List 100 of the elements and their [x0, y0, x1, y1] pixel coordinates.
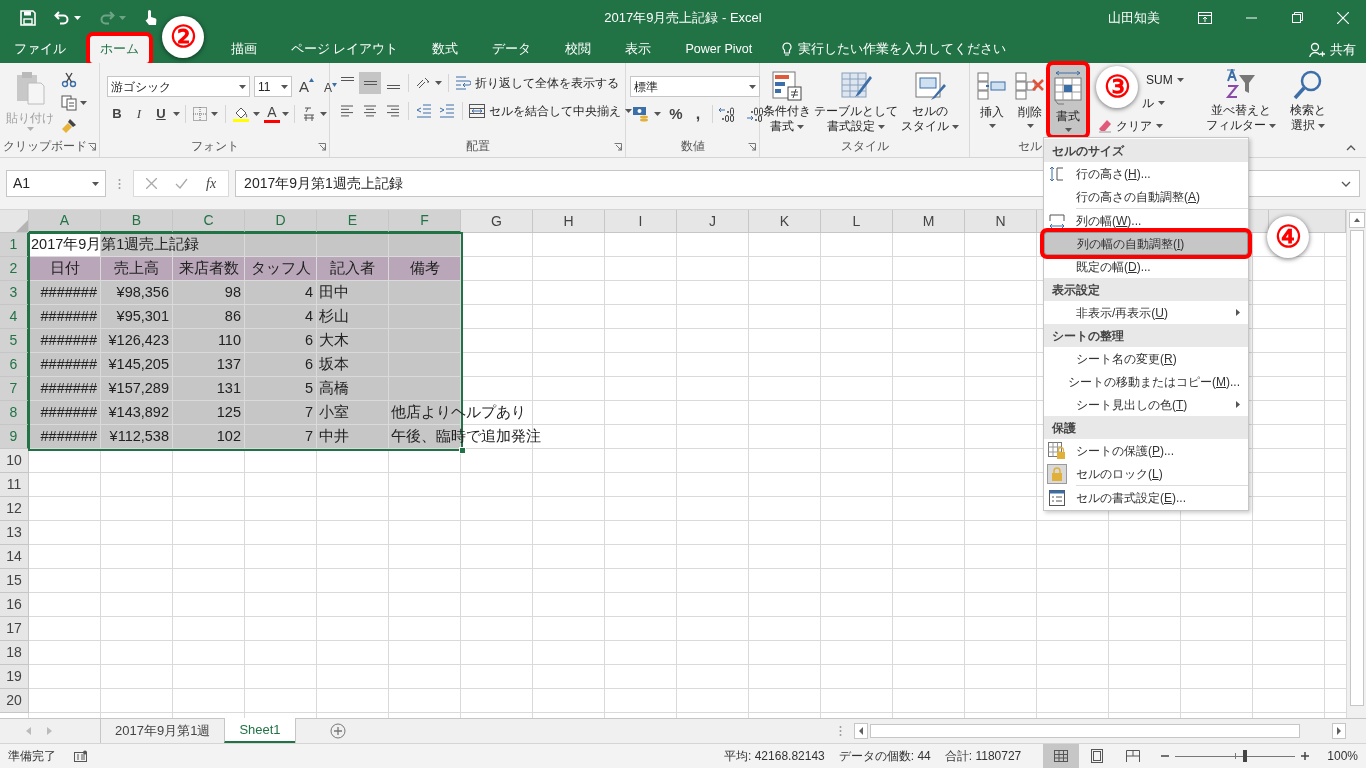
row-header[interactable]: 12	[0, 497, 29, 521]
ribbon-tab[interactable]: 校閲	[555, 36, 602, 63]
row-header[interactable]: 7	[0, 377, 29, 401]
find-select-button[interactable]: 検索と 選択	[1288, 69, 1328, 157]
row-header[interactable]: 8	[0, 401, 29, 425]
style-button[interactable]: 条件付き 書式	[762, 70, 812, 137]
zoom-level[interactable]: 100%	[1327, 747, 1358, 765]
menu-item[interactable]: シート名の変更(R)	[1044, 347, 1248, 370]
row-header[interactable]: 10	[0, 449, 29, 473]
row-header[interactable]: 20	[0, 689, 29, 713]
cell-text: 売上高	[114, 258, 159, 278]
cell-text: 110	[217, 330, 241, 350]
column-header[interactable]: D	[245, 210, 317, 233]
merge-center-button[interactable]: セルを結合して中央揃え	[467, 100, 634, 122]
number-format-field[interactable]: 標準	[630, 76, 760, 97]
row-header[interactable]: 13	[0, 521, 29, 545]
fill-button[interactable]: ル	[1142, 92, 1165, 114]
ribbon-tab[interactable]: 描画	[221, 36, 267, 63]
menu-item[interactable]: 非表示/再表示(U)	[1044, 301, 1248, 324]
column-header[interactable]: A	[29, 210, 101, 233]
row-header[interactable]: 15	[0, 569, 29, 593]
autosum-button[interactable]: SUM	[1146, 69, 1184, 91]
row-header[interactable]: 6	[0, 353, 29, 377]
style-button[interactable]: セルの スタイル	[900, 70, 960, 137]
style-button[interactable]: テーブルとして 書式設定	[813, 70, 899, 137]
menu-item[interactable]: 既定の幅(D)...	[1044, 255, 1248, 278]
cell-text: タッフ人	[250, 258, 311, 278]
menu-item[interactable]: シートの保護(P)...	[1044, 439, 1248, 462]
cell-text: 高橋	[319, 378, 349, 398]
column-header[interactable]: L	[821, 210, 893, 233]
ribbon-tab[interactable]: ファイル	[4, 36, 76, 63]
row-header[interactable]: 4	[0, 305, 29, 329]
row-header[interactable]: 3	[0, 281, 29, 305]
cell-text: #######	[40, 354, 97, 374]
menu-item[interactable]: セルの書式設定(E)...	[1044, 486, 1248, 509]
ribbon-tab[interactable]: Power Pivot	[675, 36, 763, 63]
percent-button[interactable]: %	[665, 103, 687, 125]
row-header[interactable]: 16	[0, 593, 29, 617]
share-button[interactable]: 共有	[1309, 36, 1366, 63]
row-header[interactable]: 11	[0, 473, 29, 497]
cell-text: 98	[224, 282, 241, 302]
column-header[interactable]: E	[317, 210, 389, 233]
cell-text: 125	[216, 402, 241, 422]
cells-delete-button[interactable]: 削除	[1012, 65, 1048, 135]
row-header[interactable]: 1	[0, 233, 29, 257]
column-header[interactable]: I	[605, 210, 677, 233]
clear-button[interactable]: クリア	[1098, 115, 1163, 137]
column-header[interactable]: C	[173, 210, 245, 233]
name-box[interactable]: A1	[6, 170, 106, 197]
wrap-text-button[interactable]: 折り返して全体を表示する	[453, 72, 621, 94]
column-header[interactable]: J	[677, 210, 749, 233]
menu-item[interactable]: シートの移動またはコピー(M)...	[1044, 370, 1248, 393]
menu-item[interactable]: シート見出しの色(T)	[1044, 393, 1248, 416]
cell-text: 来店者数	[178, 258, 239, 278]
ribbon-tab[interactable]: 表示	[615, 36, 662, 63]
column-header[interactable]: N	[965, 210, 1037, 233]
callout-badge: ③	[1096, 66, 1138, 108]
row-header[interactable]: 9	[0, 425, 29, 449]
column-header[interactable]: F	[389, 210, 461, 233]
menu-item[interactable]: 列の幅(W)...	[1044, 209, 1248, 232]
column-header[interactable]: M	[893, 210, 965, 233]
shrink-font-button[interactable]: A	[321, 76, 341, 97]
cell-text: 4	[304, 306, 313, 326]
cell-text: #######	[40, 306, 97, 326]
cell-text: 7	[304, 402, 313, 422]
grow-font-button[interactable]: A	[296, 76, 317, 97]
font-color-button[interactable]: A	[264, 105, 280, 123]
row-header[interactable]: 17	[0, 617, 29, 641]
ribbon-tab[interactable]: 数式	[422, 36, 469, 63]
cell-text: 2017年9月第1週売上記録	[31, 234, 200, 254]
column-header[interactable]: K	[749, 210, 821, 233]
row-header[interactable]: 2	[0, 257, 29, 281]
column-header[interactable]: H	[533, 210, 605, 233]
menu-section-header: 保護	[1044, 416, 1248, 439]
menu-item[interactable]: セルのロック(L)	[1044, 462, 1248, 485]
cell-text: ¥95,301	[116, 306, 169, 326]
column-header[interactable]: G	[461, 210, 533, 233]
italic-button[interactable]: I	[129, 103, 149, 125]
insert-function-button[interactable]: fx	[206, 173, 217, 194]
comma-button[interactable]: ,	[689, 103, 707, 125]
underline-button[interactable]: U	[151, 103, 171, 125]
ribbon-tab[interactable]: ページ レイアウト	[281, 36, 409, 63]
menu-section-header: シートの整理	[1044, 324, 1248, 347]
tell-me-field[interactable]: 実行したい作業を入力してください	[782, 36, 1007, 63]
ribbon-tab[interactable]: データ	[482, 36, 542, 63]
cell-text: 102	[216, 426, 241, 446]
row-header[interactable]: 14	[0, 545, 29, 569]
cell-text: 坂本	[319, 354, 349, 374]
cells-insert-button[interactable]: 挿入	[974, 65, 1010, 135]
row-header[interactable]: 5	[0, 329, 29, 353]
cell-text: ¥98,356	[116, 282, 169, 302]
font-size-field[interactable]: 11	[254, 76, 292, 97]
row-header[interactable]: 18	[0, 641, 29, 665]
bold-button[interactable]: B	[107, 103, 127, 125]
cell-text: ¥143,892	[108, 402, 169, 422]
sheet-tab[interactable]: Sheet1	[224, 718, 295, 743]
row-header[interactable]: 19	[0, 665, 29, 689]
cell-text: #######	[40, 378, 97, 398]
column-header[interactable]: B	[101, 210, 173, 233]
font-name-field[interactable]: 游ゴシック	[107, 76, 250, 97]
